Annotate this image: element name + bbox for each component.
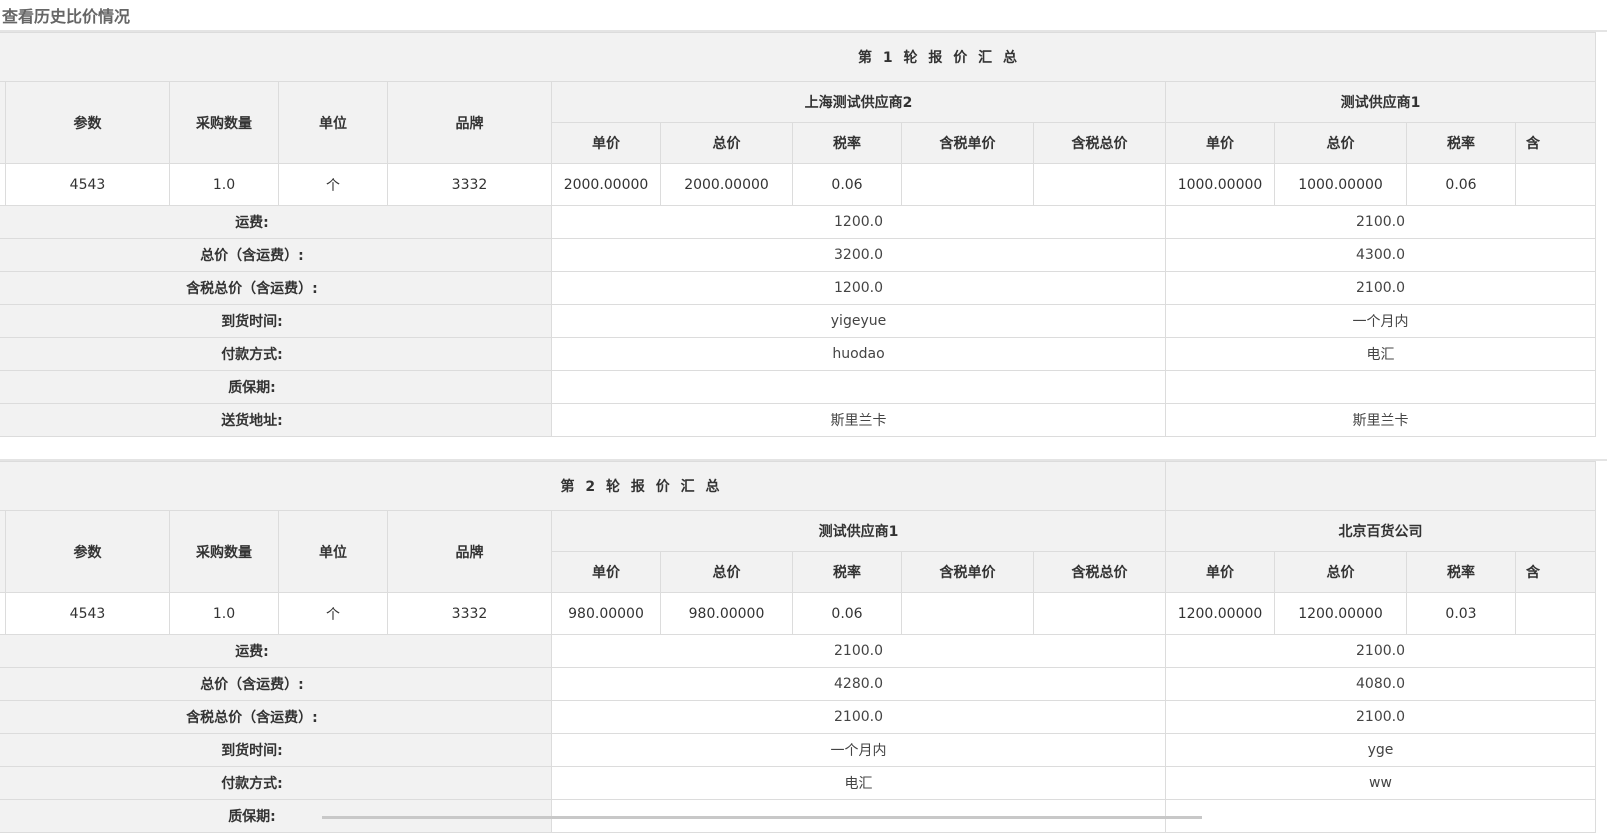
summary-row-delivery-time: 到货时间: 一个月内 yge <box>0 733 1596 767</box>
cell-price <box>1033 163 1166 206</box>
cell-price: 0.06 <box>1406 163 1516 206</box>
col-tax-rate: 税率 <box>792 122 902 164</box>
col-tax-rate: 税率 <box>792 551 902 593</box>
round-1-summary: 第 1 轮 报 价 汇 总 参数 采购数量 单位 品牌 上海测试供应商2 测试供… <box>0 32 1596 437</box>
summary-row-total: 总价（含运费）: 3200.0 4300.0 <box>0 238 1596 272</box>
round-title: 第 1 轮 报 价 汇 总 <box>0 32 1596 82</box>
cell-param: 4543 <box>5 163 170 206</box>
summary-row-warranty: 质保期: <box>0 370 1596 404</box>
summary-row-tax-total: 含税总价（含运费）: 1200.0 2100.0 <box>0 271 1596 305</box>
round-2-summary: 第 2 轮 报 价 汇 总 参数 采购数量 单位 品牌 测试供应商1 北京百货公… <box>0 461 1596 833</box>
col-tax-unit-price: 含税单价 <box>901 551 1034 593</box>
cell-unit: 个 <box>278 592 388 635</box>
col-unit-price: 单价 <box>551 551 661 593</box>
col-qty: 采购数量 <box>169 81 279 164</box>
cell-price: 0.03 <box>1406 592 1516 635</box>
cell-price <box>901 163 1034 206</box>
col-qty: 采购数量 <box>169 510 279 593</box>
supplier-header: 测试供应商1 <box>1165 81 1596 123</box>
cell-price <box>901 592 1034 635</box>
summary-row-payment: 付款方式: 电汇 ww <box>0 766 1596 800</box>
summary-row-freight: 运费: 1200.0 2100.0 <box>0 205 1596 239</box>
horizontal-scrollbar[interactable] <box>322 816 1202 819</box>
summary-row-address: 送货地址: 斯里兰卡 斯里兰卡 <box>0 403 1596 437</box>
cell-qty: 1.0 <box>169 163 279 206</box>
summary-row-freight: 运费: 2100.0 2100.0 <box>0 634 1596 668</box>
supplier-header: 北京百货公司 <box>1165 510 1596 552</box>
cell-price <box>1033 592 1166 635</box>
col-brand: 品牌 <box>387 81 552 164</box>
page-title: 查看历史比价情况 <box>2 7 131 26</box>
col-total-price: 总价 <box>660 122 793 164</box>
col-brand: 品牌 <box>387 510 552 593</box>
col-tax-total-price: 含税总价 <box>1033 551 1166 593</box>
round-1-table: 第 1 轮 报 价 汇 总 参数 采购数量 单位 品牌 上海测试供应商2 测试供… <box>0 32 1596 437</box>
cell-price: 0.06 <box>792 592 902 635</box>
col-unit: 单位 <box>278 81 388 164</box>
supplier-header: 上海测试供应商2 <box>551 81 1166 123</box>
cell-price: 1200.00000 <box>1274 592 1407 635</box>
col-param: 参数 <box>5 81 170 164</box>
cell-price: 1000.00000 <box>1165 163 1275 206</box>
col-tax-unit-price-partial: 含 <box>1515 551 1596 593</box>
col-param: 参数 <box>5 510 170 593</box>
col-total-price: 总价 <box>1274 551 1407 593</box>
col-unit-price: 单价 <box>551 122 661 164</box>
summary-row-delivery-time: 到货时间: yigeyue 一个月内 <box>0 304 1596 338</box>
col-unit-price: 单价 <box>1165 551 1275 593</box>
summary-row-total: 总价（含运费）: 4280.0 4080.0 <box>0 667 1596 701</box>
col-tax-rate: 税率 <box>1406 122 1516 164</box>
summary-row-payment: 付款方式: huodao 电汇 <box>0 337 1596 371</box>
cell-param: 4543 <box>5 592 170 635</box>
col-unit: 单位 <box>278 510 388 593</box>
cell-price: 2000.00000 <box>551 163 661 206</box>
cell-brand: 3332 <box>387 163 552 206</box>
cell-price <box>1515 163 1596 206</box>
summary-row-tax-total: 含税总价（含运费）: 2100.0 2100.0 <box>0 700 1596 734</box>
supplier-header: 测试供应商1 <box>551 510 1166 552</box>
cell-brand: 3332 <box>387 592 552 635</box>
cell-price: 0.06 <box>792 163 902 206</box>
cell-price: 980.00000 <box>660 592 793 635</box>
col-unit-price: 单价 <box>1165 122 1275 164</box>
col-tax-total-price: 含税总价 <box>1033 122 1166 164</box>
col-total-price: 总价 <box>660 551 793 593</box>
round-2-table: 第 2 轮 报 价 汇 总 参数 采购数量 单位 品牌 测试供应商1 北京百货公… <box>0 461 1596 833</box>
cell-unit: 个 <box>278 163 388 206</box>
cell-price <box>1515 592 1596 635</box>
col-total-price: 总价 <box>1274 122 1407 164</box>
cell-price: 980.00000 <box>551 592 661 635</box>
table-row: 4543 1.0 个 3332 2000.00000 2000.00000 0.… <box>0 163 1596 206</box>
cell-price: 2000.00000 <box>660 163 793 206</box>
cell-qty: 1.0 <box>169 592 279 635</box>
cell-price: 1200.00000 <box>1165 592 1275 635</box>
cell-price: 1000.00000 <box>1274 163 1407 206</box>
table-row: 4543 1.0 个 3332 980.00000 980.00000 0.06… <box>0 592 1596 635</box>
col-tax-unit-price: 含税单价 <box>901 122 1034 164</box>
col-tax-unit-price-partial: 含 <box>1515 122 1596 164</box>
col-tax-rate: 税率 <box>1406 551 1516 593</box>
round-title: 第 2 轮 报 价 汇 总 <box>0 461 1166 511</box>
